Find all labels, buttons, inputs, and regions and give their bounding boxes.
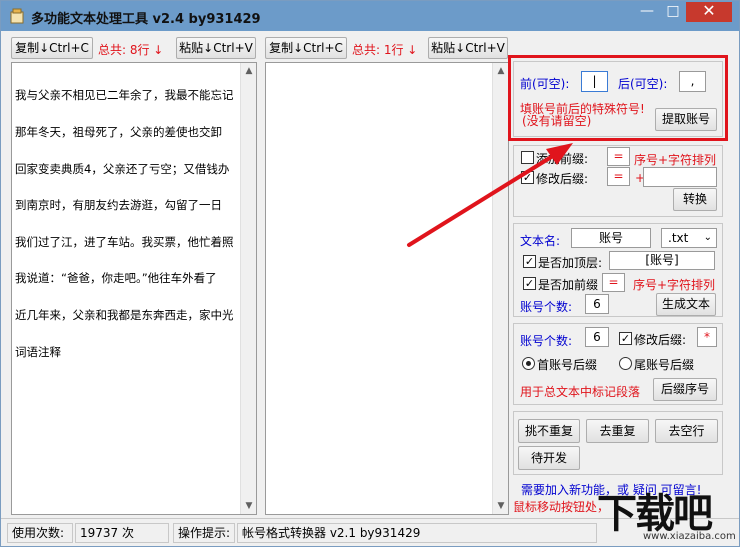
close-button[interactable]: ✕ (686, 2, 732, 22)
left-text-area[interactable]: 我与父亲不相见已二年余了，我最不能忘记 那年冬天，祖母死了，父亲的差使也交卸 回… (11, 62, 257, 515)
seq-modify-suffix-checkbox[interactable]: ✓ (619, 332, 632, 345)
todo-button[interactable]: 待开发 (518, 446, 580, 470)
remove-blank-lines-button[interactable]: 去空行 (655, 419, 718, 443)
app-window: 多功能文本处理工具 v2.4 by931429 — □ ✕ 复制↓Ctrl+C … (0, 0, 740, 547)
watermark-logo: 下载吧 www.xiazaiba.com (597, 481, 737, 545)
text-line: 我们过了江，进了车站。我买票，他忙着照 (15, 234, 234, 249)
title-bar[interactable]: 多功能文本处理工具 v2.4 by931429 — □ ✕ (1, 1, 739, 31)
scroll-down-icon[interactable]: ▼ (493, 498, 508, 514)
scroll-up-icon[interactable]: ▲ (241, 63, 256, 79)
add-prefix2-hint: 序号+字符排列 (633, 278, 716, 292)
mid-text-area[interactable]: ▲ ▼ (265, 62, 509, 515)
hint-label: 操作提示: (173, 523, 235, 543)
mid-text-content (269, 65, 508, 114)
convert-button[interactable]: 转换 (673, 188, 717, 211)
usage-label: 使用次数: (7, 523, 73, 543)
first-account-label: 首账号后缀 (537, 358, 598, 372)
usage-count: 19737 次 (75, 523, 169, 543)
window-title: 多功能文本处理工具 v2.4 by931429 (31, 12, 261, 27)
text-line: 词语注释 (15, 344, 61, 359)
left-copy-button[interactable]: 复制↓Ctrl+C (11, 37, 93, 59)
mid-line-count: 总共: 1行 ↓ (352, 43, 418, 57)
seq-modify-suffix-input[interactable]: * (697, 327, 717, 347)
chevron-down-icon: ⌄ (703, 232, 712, 243)
add-prefix2-label: 是否加前缀 (538, 278, 599, 292)
text-line: 近几年来，父亲和我都是东奔西走，家中光 (15, 308, 234, 323)
hint-text: 帐号格式转换器 v2.1 by931429 (237, 523, 597, 543)
scroll-up-icon[interactable]: ▲ (493, 63, 508, 79)
watermark-url: www.xiazaiba.com (643, 531, 736, 542)
add-prefix-input[interactable]: = (607, 147, 630, 166)
account-count-label: 账号个数: (520, 300, 573, 314)
add-top-input[interactable]: [账号] (609, 251, 715, 270)
add-top-label: 是否加顶层: (538, 256, 603, 270)
add-prefix-label: 添加前缀: (536, 152, 589, 166)
suffix-sequence-button[interactable]: 后缀序号 (653, 378, 717, 401)
dedupe-button[interactable]: 去重复 (586, 419, 649, 443)
first-account-radio[interactable] (522, 357, 535, 370)
generate-text-button[interactable]: 生成文本 (656, 293, 716, 316)
seq-modify-suffix-label: 修改后缀: (634, 333, 687, 347)
seq-hint: 用于总文本中标记段落 (520, 385, 641, 399)
add-prefix-checkbox[interactable] (521, 151, 534, 164)
text-line: 我说道：“爸爸，你走吧。”他往车外看了 (15, 271, 217, 286)
modify-suffix-extra-input[interactable] (643, 167, 717, 187)
add-prefix2-checkbox[interactable]: ✓ (523, 277, 536, 290)
add-top-checkbox[interactable]: ✓ (523, 255, 536, 268)
left-paste-button[interactable]: 粘贴↓Ctrl+V (176, 37, 256, 59)
left-scrollbar[interactable]: ▲ ▼ (240, 63, 256, 514)
red-highlight-box (508, 55, 728, 141)
text-line: 我与父亲不相见已二年余了，我最不能忘记 (15, 88, 234, 103)
app-icon (10, 8, 24, 24)
mid-paste-button[interactable]: 粘贴↓Ctrl+V (428, 37, 508, 59)
last-account-label: 尾账号后缀 (634, 358, 695, 372)
extension-select[interactable]: .txt ⌄ (661, 228, 717, 248)
extension-value: .txt (668, 231, 689, 245)
left-line-count: 总共: 8行 ↓ (98, 43, 164, 57)
pick-unique-button[interactable]: 挑不重复 (518, 419, 580, 443)
account-count-input[interactable]: 6 (585, 294, 609, 314)
modify-suffix-checkbox[interactable]: ✓ (521, 171, 534, 184)
text-line: 那年冬天，祖母死了，父亲的差使也交卸 (15, 125, 222, 140)
add-prefix2-input[interactable]: = (602, 273, 625, 292)
scroll-down-icon[interactable]: ▼ (241, 498, 256, 514)
tooltip-note: 鼠标移动按钮处， (513, 500, 610, 514)
mid-copy-button[interactable]: 复制↓Ctrl+C (265, 37, 347, 59)
seq-count-label: 账号个数: (520, 334, 573, 348)
modify-suffix-input[interactable]: = (607, 167, 630, 186)
filename-label: 文本名: (520, 234, 561, 248)
text-line: 回家变卖典质4，父亲还了亏空；又借钱办 (15, 161, 230, 176)
left-text-content: 我与父亲不相见已二年余了，我最不能忘记 那年冬天，祖母死了，父亲的差使也交卸 回… (15, 65, 255, 382)
maximize-button[interactable]: □ (660, 2, 686, 22)
filename-input[interactable]: 账号 (571, 228, 651, 248)
text-line: 到南京时，有朋友约去游逛，勾留了一日 (15, 198, 222, 213)
minimize-button[interactable]: — (634, 2, 660, 22)
last-account-radio[interactable] (619, 357, 632, 370)
add-prefix-hint: 序号+字符排列 (634, 153, 717, 167)
seq-count-input[interactable]: 6 (585, 327, 609, 347)
modify-suffix-label: 修改后缀: (536, 172, 589, 186)
mid-scrollbar[interactable]: ▲ ▼ (492, 63, 508, 514)
